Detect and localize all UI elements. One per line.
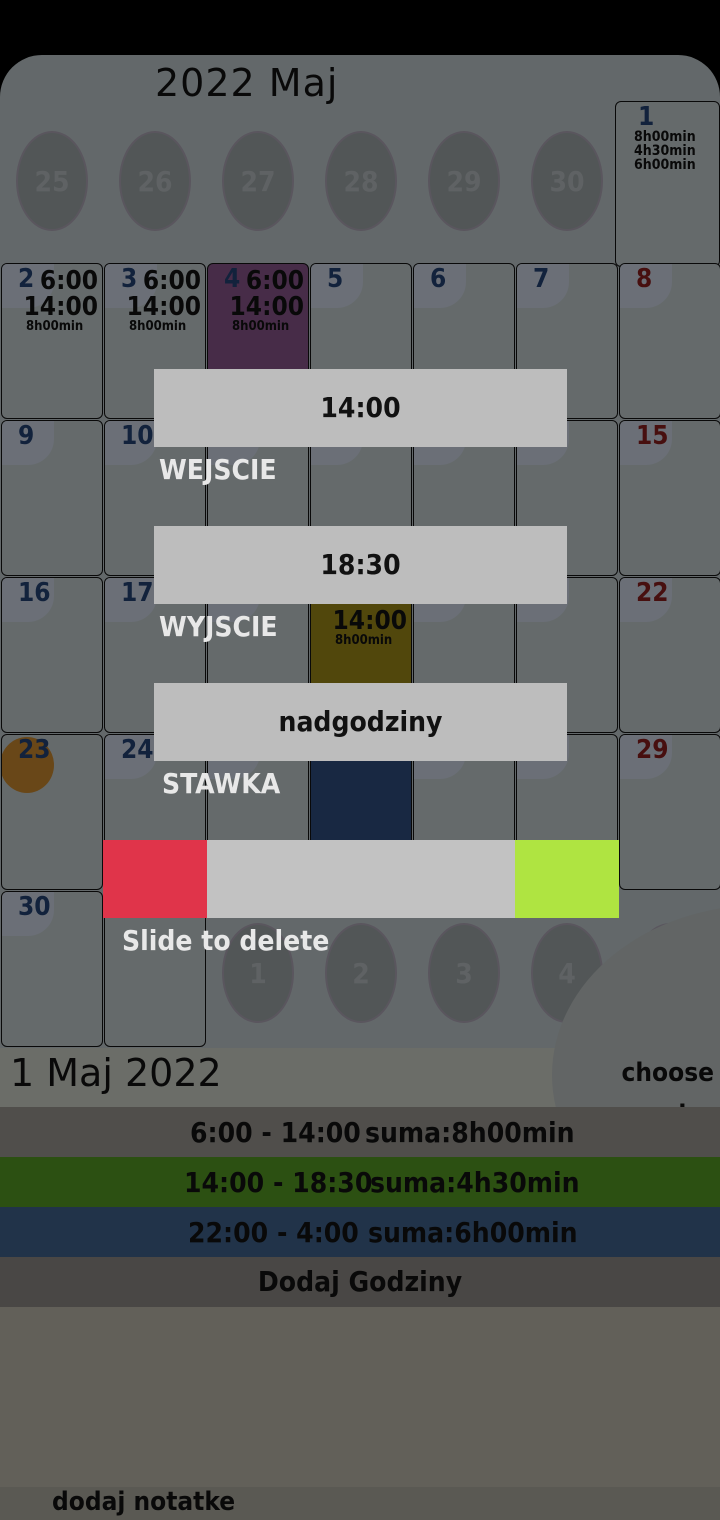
delete-slide-handle[interactable] [103,840,207,918]
slide-to-delete-label: Slide to delete [122,924,330,957]
confirm-slide-end[interactable] [515,840,619,918]
entry-time-label: WEJSCIE [159,453,277,486]
rate-field[interactable]: nadgodziny [154,683,567,761]
rate-label: STAWKA [162,767,281,800]
exit-time-field[interactable]: 18:30 [154,526,567,604]
entry-time-field[interactable]: 14:00 [154,369,567,447]
exit-time-label: WYJSCIE [159,610,278,643]
